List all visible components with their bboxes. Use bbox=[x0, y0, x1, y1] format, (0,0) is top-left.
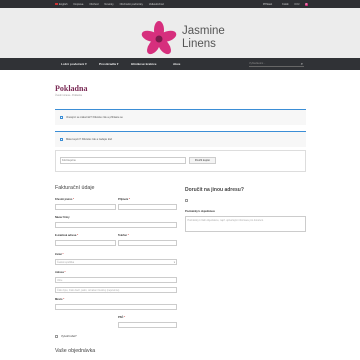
first-name-label: Křestní jméno * bbox=[55, 198, 75, 201]
email-label: E-mailová adresa * bbox=[55, 234, 79, 237]
top-bar: English Doprava Obchod Novinky Obchodní … bbox=[0, 0, 360, 8]
chevron-down-icon: ▾ bbox=[173, 261, 175, 264]
coupon-notice-link[interactable]: Máte kupón? Klikněte zde a zadejte kód bbox=[66, 138, 112, 141]
page-title: Pokladna bbox=[55, 84, 88, 93]
label-text: Příjmení bbox=[118, 198, 129, 201]
label-text: Město bbox=[55, 298, 63, 301]
address-field[interactable]: Ulice bbox=[55, 277, 177, 283]
label-text: Křestní jméno bbox=[55, 198, 73, 201]
create-account-label: Vytvořit účet? bbox=[61, 335, 77, 338]
topbar-link-label: Obchodní podmínky bbox=[119, 2, 143, 6]
login-link[interactable]: Přihlásit bbox=[263, 3, 272, 6]
coupon-form: Použít kupón bbox=[55, 150, 306, 172]
cart-total: 0 Kč bbox=[294, 2, 300, 6]
search-input[interactable]: Vyhledávání... ⌕ bbox=[249, 61, 304, 67]
flag-icon bbox=[55, 3, 58, 5]
login-notice-link[interactable]: Vracející se zákazník? Klikněte zde a př… bbox=[66, 116, 123, 119]
nav-item-boxes[interactable]: Hliníkové krabice bbox=[131, 58, 156, 70]
nav-item-sheets[interactable]: Prostěradla ▾ bbox=[99, 58, 118, 70]
ship-to-different-address-checkbox[interactable] bbox=[185, 199, 188, 202]
nav-item-sale[interactable]: Akce bbox=[173, 58, 180, 70]
country-value: Česká republika bbox=[57, 261, 75, 264]
nav-item-label: Ložní povlečení bbox=[61, 62, 85, 66]
last-name-label: Příjmení * bbox=[118, 198, 130, 201]
apply-coupon-button[interactable]: Použít kupón bbox=[189, 157, 216, 164]
field-placeholder: Ulice bbox=[57, 279, 63, 282]
label-text: PSČ bbox=[118, 316, 124, 319]
topbar-link-label: Obchod bbox=[89, 2, 99, 6]
ship-to-different-address-title: Doručit na jinou adresu? bbox=[185, 187, 244, 193]
company-label: Název firmy bbox=[55, 216, 70, 219]
nav-item-label: Akce bbox=[173, 62, 181, 66]
email-field[interactable] bbox=[55, 240, 116, 246]
order-notes-textarea[interactable]: Poznámky k Vaší objednávce, např. upřesň… bbox=[185, 216, 306, 232]
last-name-field[interactable] bbox=[118, 204, 177, 210]
topbar-link-shop[interactable]: Obchod bbox=[89, 3, 98, 6]
country-select[interactable]: Česká republika ▾ bbox=[55, 259, 177, 265]
cart-count-badge[interactable]: 0 bbox=[304, 2, 308, 6]
cart-label: Košík bbox=[282, 2, 289, 6]
topbar-link-terms[interactable]: Obchodní podmínky bbox=[120, 3, 143, 6]
company-field[interactable] bbox=[55, 222, 177, 228]
address-label: Adresa * bbox=[55, 271, 66, 274]
brand-line-1: Jasmine bbox=[182, 25, 225, 37]
brand-line-2: Linens bbox=[182, 38, 216, 50]
topbar-link-label: Velkoobchod bbox=[148, 2, 164, 6]
label-text: E-mailová adresa bbox=[55, 234, 77, 237]
phone-label: Telefon * bbox=[118, 234, 129, 237]
label-text: Adresa bbox=[55, 271, 64, 274]
label-text: Země bbox=[55, 253, 62, 256]
topbar-link-wholesale[interactable]: Velkoobchod bbox=[149, 3, 164, 6]
info-icon bbox=[60, 115, 63, 119]
field-placeholder: Číslo bytu, číslo dveří, patro, označení… bbox=[57, 289, 120, 292]
first-name-field[interactable] bbox=[55, 204, 116, 210]
language-link[interactable]: English bbox=[55, 3, 68, 6]
zip-field[interactable] bbox=[118, 322, 177, 328]
nav-item-label: Hliníkové krabice bbox=[131, 62, 157, 66]
country-label: Země * bbox=[55, 253, 64, 256]
phone-field[interactable] bbox=[118, 240, 177, 246]
search-icon[interactable]: ⌕ bbox=[301, 61, 303, 67]
main-nav: Ložní povlečení ▾ Prostěradla ▾ Hliníkov… bbox=[0, 58, 360, 70]
topbar-link-label: Doprava bbox=[73, 2, 84, 6]
topbar-account: Přihlásit Košík 0 Kč 0 bbox=[258, 0, 308, 8]
city-field[interactable] bbox=[55, 304, 177, 310]
nav-item-bedding[interactable]: Ložní povlečení ▾ bbox=[61, 58, 87, 70]
field-placeholder: Poznámky k Vaší objednávce, např. upřesň… bbox=[187, 218, 264, 222]
coupon-code-input[interactable] bbox=[60, 157, 186, 164]
label-text: Telefon bbox=[118, 234, 128, 237]
search-placeholder: Vyhledávání... bbox=[249, 62, 266, 65]
language-label: English bbox=[59, 2, 68, 6]
breadcrumb[interactable]: Úvodní strana › Pokladna bbox=[55, 94, 82, 97]
returning-customer-notice: Vracející se zákazník? Klikněte zde a př… bbox=[55, 109, 306, 125]
jasmine-flower-logo[interactable] bbox=[139, 19, 179, 59]
city-label: Město * bbox=[55, 298, 65, 301]
coupon-notice: Máte kupón? Klikněte zde a zadejte kód bbox=[55, 131, 306, 147]
zip-label: PSČ * bbox=[118, 316, 126, 319]
order-notes-label: Poznámky k objednávce bbox=[185, 210, 215, 213]
cart-link[interactable]: Košík 0 Kč bbox=[277, 3, 299, 6]
nav-item-label: Prostěradla bbox=[99, 62, 117, 66]
order-title: Vaše objednávka bbox=[55, 348, 96, 354]
topbar-link-news[interactable]: Novinky bbox=[104, 3, 113, 6]
billing-title: Fakturační údaje bbox=[55, 185, 95, 191]
topbar-link-shipping[interactable]: Doprava bbox=[74, 3, 84, 6]
info-icon bbox=[60, 137, 63, 141]
topbar-link-label: Novinky bbox=[104, 2, 114, 6]
brand-name[interactable]: Jasmine Linens bbox=[182, 25, 225, 51]
create-account-checkbox[interactable] bbox=[55, 335, 58, 338]
address2-field[interactable]: Číslo bytu, číslo dveří, patro, označení… bbox=[55, 287, 177, 293]
site-header: Jasmine Linens bbox=[0, 8, 360, 58]
